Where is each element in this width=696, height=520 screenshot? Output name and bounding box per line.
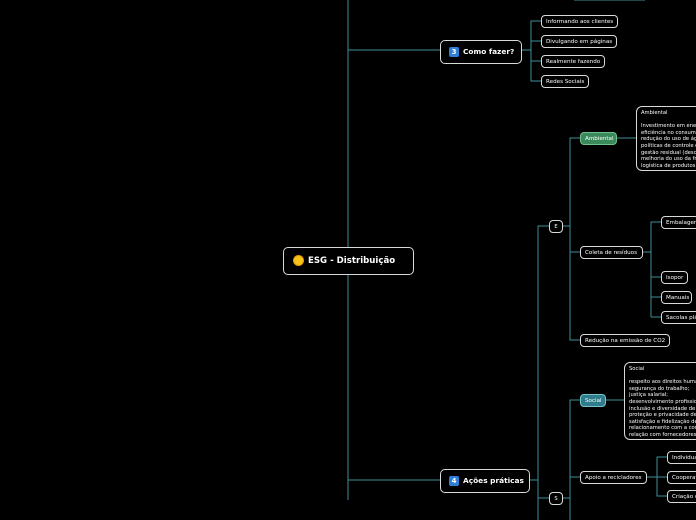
connector-line <box>647 456 667 497</box>
reducao-co2-node[interactable]: Redução na emissão de CO2 <box>580 334 670 347</box>
connector-line <box>522 20 541 82</box>
coleta-item[interactable]: Manuais <box>661 291 692 304</box>
e-node[interactable]: E <box>549 220 563 233</box>
coleta-residuos-node[interactable]: Coleta de resíduos <box>580 246 643 259</box>
coleta-item[interactable]: Embalagens <box>661 216 696 229</box>
acoes-praticas-node[interactable]: 4 Ações práticas <box>440 469 530 493</box>
apoio-item[interactable]: Cooperativas <box>667 471 696 484</box>
acoes-praticas-title: Ações práticas <box>463 476 524 485</box>
connector-line <box>562 399 580 520</box>
apoio-item[interactable]: Individuais <box>667 451 696 464</box>
social-note: Social respeito aos direitos humanos; se… <box>624 362 696 440</box>
como-fazer-item[interactable]: Redes Sociais <box>541 75 589 88</box>
number-4-badge: 4 <box>449 476 459 486</box>
apoio-recicladores-node[interactable]: Apoio a recicladores <box>580 471 647 484</box>
como-fazer-title: Como fazer? <box>463 47 515 56</box>
social-node[interactable]: Social <box>580 394 606 407</box>
sun-icon <box>294 256 303 265</box>
root-title: ESG - Distribuição <box>308 256 396 266</box>
s-node[interactable]: S <box>549 492 563 505</box>
ambiental-node[interactable]: Ambiental <box>580 132 617 145</box>
connector-line <box>643 221 661 318</box>
root-node[interactable]: ESG - Distribuição <box>283 247 414 275</box>
number-3-badge: 3 <box>449 47 459 57</box>
connector-line <box>562 137 580 341</box>
como-fazer-node[interactable]: 3 Como fazer? <box>440 40 522 64</box>
coleta-item[interactable]: Sacolas plásticas <box>661 311 696 324</box>
apoio-item[interactable]: Criação de <box>667 490 696 503</box>
connector-line <box>530 225 549 520</box>
como-fazer-item[interactable]: Informando aos clientes <box>541 15 618 28</box>
como-fazer-item[interactable]: Divulgando em páginas <box>541 35 617 48</box>
mind-map-canvas: ESG - Distribuição 3 Como fazer? Informan… <box>0 0 696 520</box>
coleta-item[interactable]: Isopor <box>661 271 688 284</box>
como-fazer-item[interactable]: Realmente fazendo <box>541 55 605 68</box>
ambiental-note: Ambiental Investimento em energia; efici… <box>636 106 696 171</box>
